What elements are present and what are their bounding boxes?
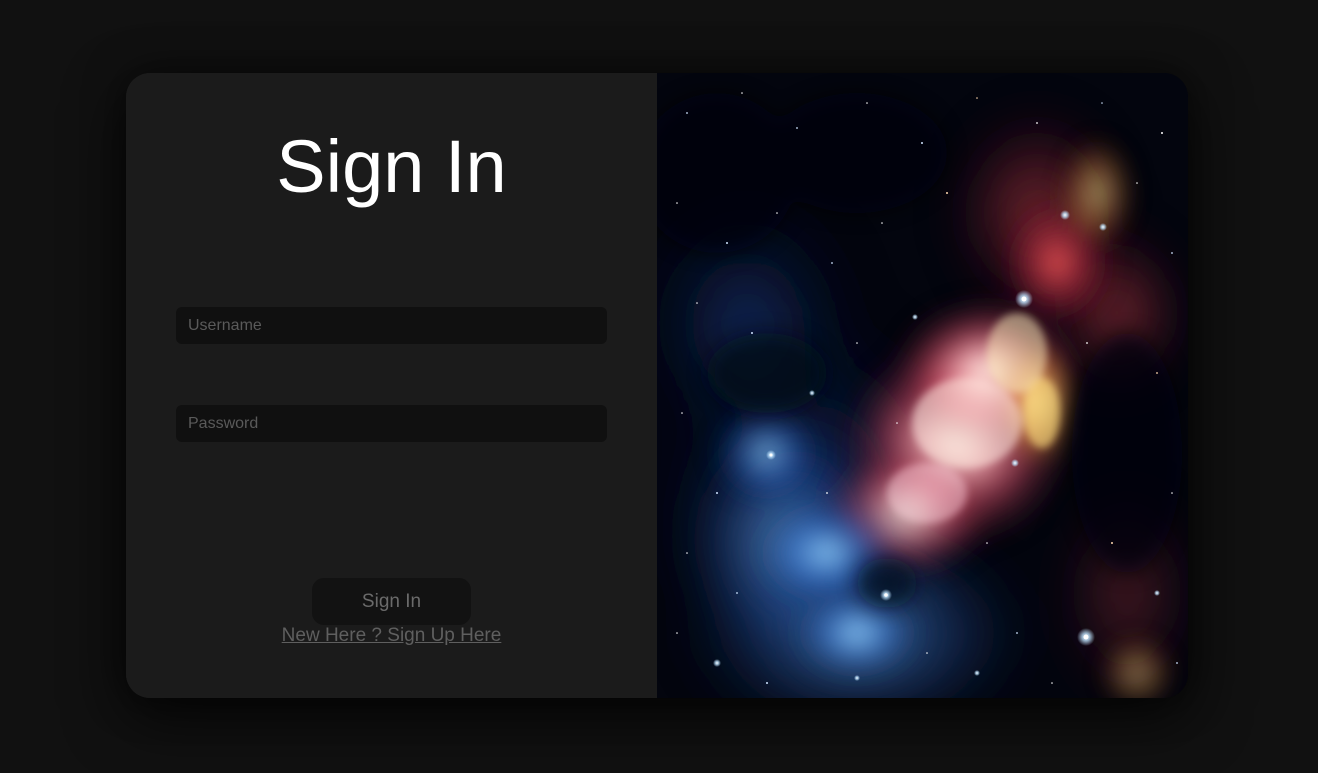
- password-input[interactable]: [176, 405, 607, 442]
- galaxy-nebula-image: [657, 73, 1188, 698]
- sign-up-link[interactable]: New Here ? Sign Up Here: [126, 625, 657, 647]
- signin-card: Sign In Sign In New Here ? Sign Up Here: [126, 73, 1188, 698]
- page-title: Sign In: [276, 125, 507, 208]
- page: Sign In Sign In New Here ? Sign Up Here: [0, 0, 1318, 773]
- username-input[interactable]: [176, 307, 607, 344]
- signin-form-panel: Sign In Sign In New Here ? Sign Up Here: [126, 73, 657, 698]
- nebula-illustration: [657, 73, 1188, 698]
- sign-in-button[interactable]: Sign In: [312, 578, 471, 625]
